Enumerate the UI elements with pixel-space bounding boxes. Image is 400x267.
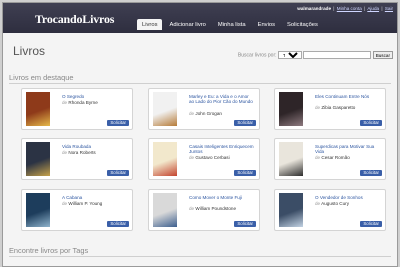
book-title-link[interactable]: O Segredo bbox=[62, 94, 128, 99]
page-title: Livros bbox=[13, 44, 46, 58]
author-name: Zibia Gasparetto bbox=[321, 105, 356, 111]
book-author: de Cesar Romão bbox=[315, 155, 350, 160]
book-title-link[interactable]: A Cabana bbox=[62, 195, 128, 200]
request-button[interactable]: Solicitar bbox=[234, 120, 256, 126]
book-card: Casais Inteligentes Enriquecem Juntos de … bbox=[148, 138, 260, 180]
book-author: de John Grogan bbox=[189, 111, 222, 116]
author-name: Cesar Romão bbox=[321, 155, 350, 161]
request-button[interactable]: Solicitar bbox=[360, 120, 382, 126]
book-title-link[interactable]: Vida Roubada bbox=[62, 144, 128, 149]
book-title-link[interactable]: O Vendedor de Sonhos bbox=[315, 195, 381, 200]
book-card: O Segredo de Rhonda Byrne Solicitar bbox=[21, 88, 133, 130]
request-button[interactable]: Solicitar bbox=[107, 170, 129, 176]
my-account-link[interactable]: Minha conta bbox=[337, 6, 362, 11]
search-input[interactable] bbox=[303, 51, 372, 59]
book-title-link[interactable]: Como Mover o Monte Fuji bbox=[189, 195, 255, 200]
author-name: Gustavo Cerbasi bbox=[195, 155, 230, 161]
tags-heading: Encontre livros por Tags bbox=[9, 246, 391, 257]
browser-page: TrocandoLivros walmarandrade | Minha con… bbox=[2, 2, 398, 267]
author-name: William P. Young bbox=[68, 201, 103, 207]
separator: | bbox=[381, 6, 383, 11]
book-cover-image[interactable] bbox=[26, 193, 50, 227]
book-author: de William Poundstone bbox=[189, 206, 236, 211]
tab-minha-lista[interactable]: Minha lista bbox=[213, 19, 251, 30]
book-cover-image[interactable] bbox=[26, 142, 50, 176]
book-cover-image[interactable] bbox=[26, 92, 50, 126]
featured-heading: Livros em destaque bbox=[9, 73, 391, 84]
by-label: de bbox=[62, 100, 68, 106]
search-button[interactable]: Buscar bbox=[372, 51, 393, 59]
tab-livros[interactable]: Livros bbox=[137, 19, 163, 30]
username: walmarandrade bbox=[297, 6, 331, 11]
request-button[interactable]: Solicitar bbox=[360, 221, 382, 227]
book-card: O Vendedor de Sonhos de Augusto Cury Solic… bbox=[274, 189, 386, 231]
tab-envios[interactable]: Envios bbox=[253, 19, 280, 30]
book-title-link[interactable]: Marley e Eu: a Vida e o Amor ao Lado do … bbox=[189, 94, 255, 104]
book-card: Superdicas para Motivar Sua Vida de Cesar… bbox=[274, 138, 386, 180]
book-title-link[interactable]: Superdicas para Motivar Sua Vida bbox=[315, 144, 381, 154]
request-button[interactable]: Solicitar bbox=[107, 221, 129, 227]
by-label: de bbox=[62, 201, 68, 207]
tab-adicionar-livro[interactable]: Adicionar livro bbox=[164, 19, 210, 30]
book-title-link[interactable]: Eles Continuam Entre Nós bbox=[315, 94, 381, 99]
book-cover-image[interactable] bbox=[279, 92, 303, 126]
request-button[interactable]: Solicitar bbox=[234, 170, 256, 176]
book-author: de Rhonda Byrne bbox=[62, 100, 98, 105]
search-bar: Buscar livros por: Título Buscar bbox=[238, 51, 393, 59]
by-label: de bbox=[315, 201, 321, 207]
user-menu: walmarandrade | Minha conta | Ajuda | Sa… bbox=[297, 6, 393, 11]
request-button[interactable]: Solicitar bbox=[107, 120, 129, 126]
book-cover-image[interactable] bbox=[279, 193, 303, 227]
author-name: Nora Roberts bbox=[68, 150, 96, 156]
by-label: de bbox=[189, 206, 195, 212]
book-card: Como Mover o Monte Fuji de William Pounds… bbox=[148, 189, 260, 231]
author-name: John Grogan bbox=[195, 110, 222, 116]
author-name: Rhonda Byrne bbox=[68, 100, 98, 106]
site-logo[interactable]: TrocandoLivros bbox=[35, 12, 114, 27]
book-cover-image[interactable] bbox=[153, 92, 177, 126]
request-button[interactable]: Solicitar bbox=[360, 170, 382, 176]
book-cover-image[interactable] bbox=[153, 193, 177, 227]
book-card: A Cabana de William P. Young Solicitar bbox=[21, 189, 133, 231]
book-author: de Gustavo Cerbasi bbox=[189, 155, 230, 160]
main-nav: Livros Adicionar livro Minha lista Envios So… bbox=[137, 19, 325, 33]
separator: | bbox=[333, 6, 335, 11]
book-author: de William P. Young bbox=[62, 201, 102, 206]
book-author: de Zibia Gasparetto bbox=[315, 105, 355, 110]
by-label: de bbox=[315, 105, 321, 111]
by-label: de bbox=[62, 150, 68, 156]
by-label: de bbox=[189, 110, 195, 116]
book-cover-image[interactable] bbox=[153, 142, 177, 176]
separator: | bbox=[364, 6, 366, 11]
book-cover-image[interactable] bbox=[279, 142, 303, 176]
book-card: Eles Continuam Entre Nós de Zibia Gaspare… bbox=[274, 88, 386, 130]
logout-link[interactable]: Sair bbox=[385, 6, 393, 11]
help-link[interactable]: Ajuda bbox=[367, 6, 379, 11]
book-card: Marley e Eu: a Vida e o Amor ao Lado do … bbox=[148, 88, 260, 130]
request-button[interactable]: Solicitar bbox=[234, 221, 256, 227]
book-title-link[interactable]: Casais Inteligentes Enriquecem Juntos bbox=[189, 144, 255, 154]
by-label: de bbox=[315, 155, 321, 161]
search-field-select[interactable]: Título bbox=[277, 51, 302, 59]
author-name: William Poundstone bbox=[195, 206, 237, 212]
book-card: Vida Roubada de Nora Roberts Solicitar bbox=[21, 138, 133, 180]
tab-solicitacoes[interactable]: Solicitações bbox=[282, 19, 323, 30]
by-label: de bbox=[189, 155, 195, 161]
author-name: Augusto Cury bbox=[321, 201, 349, 207]
book-author: de Nora Roberts bbox=[62, 150, 96, 155]
header: TrocandoLivros walmarandrade | Minha con… bbox=[3, 3, 397, 33]
book-author: de Augusto Cury bbox=[315, 201, 349, 206]
search-label: Buscar livros por: bbox=[237, 52, 277, 59]
